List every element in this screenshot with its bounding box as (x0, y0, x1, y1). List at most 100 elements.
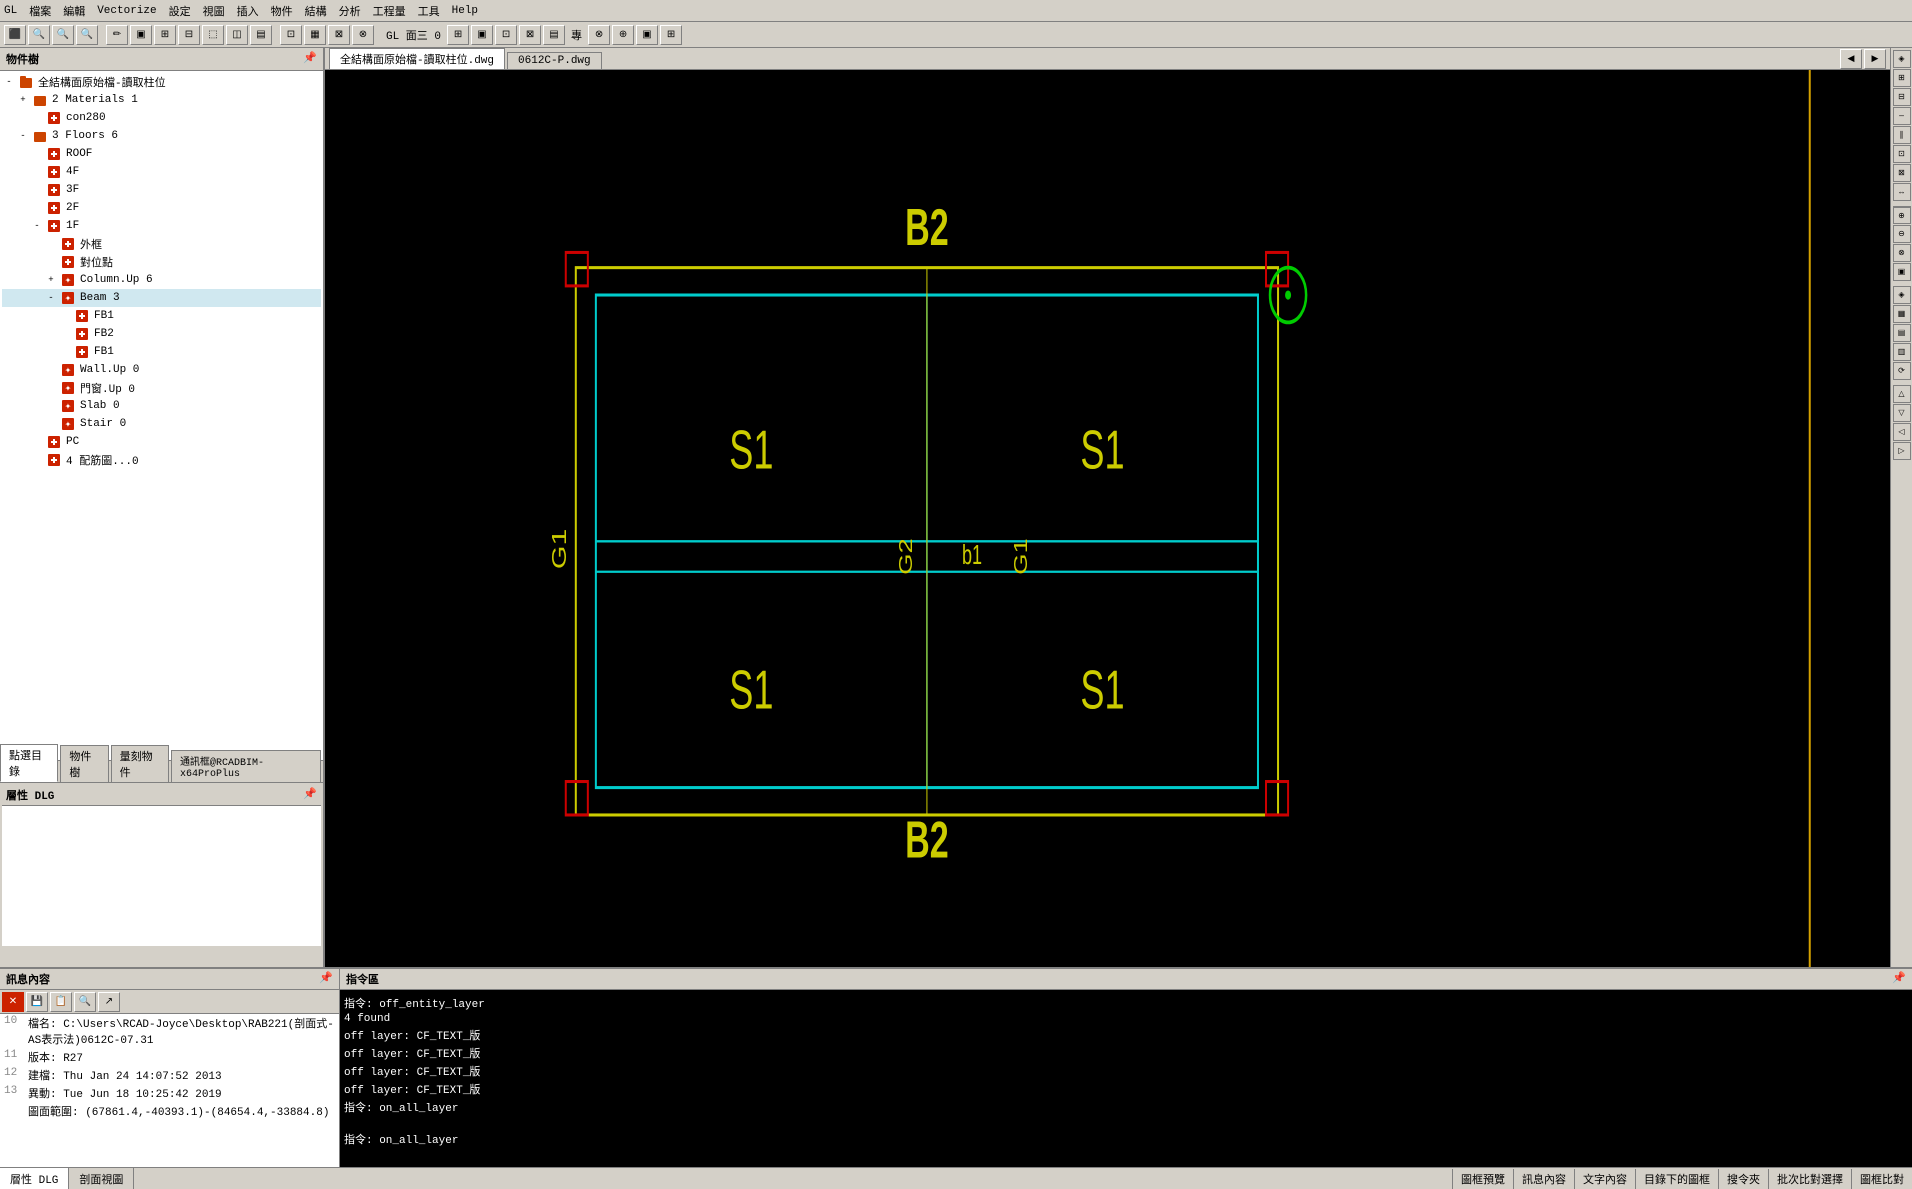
tree-item-2f[interactable]: 2F (2, 199, 321, 217)
tree-item-pc[interactable]: PC (2, 433, 321, 451)
toolbar-btn-5[interactable]: ✏ (106, 25, 128, 45)
toolbar-btn-6[interactable]: ▣ (130, 25, 152, 45)
toolbar-btn-24[interactable]: ⊞ (660, 25, 682, 45)
tree-item-con280[interactable]: con280 (2, 109, 321, 127)
tree-item-fb1b[interactable]: FB1 (2, 343, 321, 361)
tree-label-config[interactable]: 4 配筋圖...0 (64, 452, 139, 468)
menu-edit[interactable]: 編輯 (63, 3, 85, 19)
toolbar-btn-18[interactable]: ⊡ (495, 25, 517, 45)
rt-btn-21[interactable]: ▷ (1893, 442, 1911, 460)
toolbar-btn-19[interactable]: ⊠ (519, 25, 541, 45)
menu-object[interactable]: 物件 (271, 3, 293, 19)
tree-expand-beam[interactable]: - (44, 291, 58, 305)
msg-btn-copy[interactable]: 📋 (50, 992, 72, 1012)
tree-item-beam[interactable]: - ✦ Beam 3 (2, 289, 321, 307)
rt-btn-9[interactable]: ⊕ (1893, 206, 1911, 224)
tree-item-materials[interactable]: + 2 Materials 1 (2, 91, 321, 109)
tree-item-1f[interactable]: - 1F (2, 217, 321, 235)
menu-help[interactable]: Help (452, 5, 478, 17)
tab-nav-prev[interactable]: ◀ (1840, 49, 1862, 69)
status-btn-target-frame[interactable]: 目錄下的圖框 (1635, 1169, 1718, 1189)
tab-point-dir[interactable]: 點選目錄 (0, 744, 58, 782)
tab-nav-next[interactable]: ▶ (1864, 49, 1886, 69)
tree-item-fb1a[interactable]: FB1 (2, 307, 321, 325)
tree-item-outer[interactable]: 外框 (2, 235, 321, 253)
rt-btn-17[interactable]: ⟳ (1893, 362, 1911, 380)
tree-item-columnup[interactable]: + ✦ Column.Up 6 (2, 271, 321, 289)
msg-btn-save[interactable]: 💾 (26, 992, 48, 1012)
toolbar-btn-4[interactable]: 🔍 (76, 25, 98, 45)
tree-label-2f[interactable]: 2F (64, 202, 79, 214)
tree-label-beam[interactable]: Beam 3 (78, 292, 120, 304)
rt-btn-8[interactable]: ↔ (1893, 183, 1911, 201)
toolbar-btn-14[interactable]: ⊠ (328, 25, 350, 45)
tab-quantity[interactable]: 量刻物件 (111, 745, 169, 782)
rt-btn-18[interactable]: △ (1893, 385, 1911, 403)
status-btn-message[interactable]: 訊息內容 (1513, 1169, 1574, 1189)
tree-expand-floors[interactable]: - (16, 129, 30, 143)
menu-tools[interactable]: 工具 (418, 3, 440, 19)
toolbar-btn-23[interactable]: ▣ (636, 25, 658, 45)
tree-label-wallup[interactable]: Wall.Up 0 (78, 364, 139, 376)
props-pin[interactable]: 📌 (303, 787, 317, 803)
menu-view[interactable]: 視圖 (203, 3, 225, 19)
tree-label-pc[interactable]: PC (64, 436, 79, 448)
toolbar-btn-20[interactable]: ▤ (543, 25, 565, 45)
tree-label-con[interactable]: con280 (64, 112, 106, 124)
tree-item-door[interactable]: ✦ 門窗.Up 0 (2, 379, 321, 397)
rt-btn-5[interactable]: ∥ (1893, 126, 1911, 144)
msg-btn-clear[interactable]: ✕ (2, 992, 24, 1012)
command-pin[interactable]: 📌 (1892, 971, 1906, 987)
tab-object-tree[interactable]: 物件樹 (60, 745, 108, 782)
tree-expand-mat[interactable]: + (16, 93, 30, 107)
tab-comm[interactable]: 通訊框@RCADBIM-x64ProPlus (171, 750, 321, 782)
tree-label-fb2[interactable]: FB2 (92, 328, 114, 340)
tree-label-colup[interactable]: Column.Up 6 (78, 274, 153, 286)
rt-btn-4[interactable]: — (1893, 107, 1911, 125)
status-btn-compare[interactable]: 圖框比對 (1851, 1169, 1912, 1189)
msg-btn-goto[interactable]: ↗ (98, 992, 120, 1012)
tree-item-stair[interactable]: ✦ Stair 0 (2, 415, 321, 433)
tree-label-door[interactable]: 門窗.Up 0 (78, 380, 135, 396)
menu-vectorize[interactable]: Vectorize (97, 5, 156, 17)
rt-btn-14[interactable]: ▦ (1893, 305, 1911, 323)
tree-label-outer[interactable]: 外框 (78, 236, 102, 252)
tree-item-fb2[interactable]: FB2 (2, 325, 321, 343)
rt-btn-16[interactable]: ▥ (1893, 343, 1911, 361)
status-btn-search[interactable]: 搜令夾 (1718, 1169, 1768, 1189)
menu-file[interactable]: 檔案 (29, 3, 51, 19)
toolbar-btn-11[interactable]: ▤ (250, 25, 272, 45)
toolbar-btn-9[interactable]: ⬚ (202, 25, 224, 45)
tree-label-fb1a[interactable]: FB1 (92, 310, 114, 322)
tree-panel-pin[interactable]: 📌 (303, 51, 317, 67)
toolbar-btn-8[interactable]: ⊟ (178, 25, 200, 45)
tree-label-root[interactable]: 全結構面原始檔-讀取柱位 (36, 74, 166, 90)
command-content[interactable]: 指令: off_entity_layer 4 found off layer: … (340, 990, 1912, 1167)
status-tab-dlg[interactable]: 層性 DLG (0, 1168, 69, 1189)
menu-insert[interactable]: 插入 (237, 3, 259, 19)
tree-label-fb1b[interactable]: FB1 (92, 346, 114, 358)
tree-label-align[interactable]: 對位點 (78, 254, 113, 270)
menu-analysis[interactable]: 分析 (339, 3, 361, 19)
rt-btn-20[interactable]: ◁ (1893, 423, 1911, 441)
tree-item-4f[interactable]: 4F (2, 163, 321, 181)
toolbar-btn-7[interactable]: ⊞ (154, 25, 176, 45)
toolbar-btn-16[interactable]: ⊞ (447, 25, 469, 45)
tree-label-3f[interactable]: 3F (64, 184, 79, 196)
rt-btn-19[interactable]: ▽ (1893, 404, 1911, 422)
tree-expand-colup[interactable]: + (44, 273, 58, 287)
tree-label-1f[interactable]: 1F (64, 220, 79, 232)
rt-btn-7[interactable]: ⊠ (1893, 164, 1911, 182)
toolbar-btn-1[interactable]: ⬛ (4, 25, 26, 45)
tree-label-mat[interactable]: 2 Materials 1 (50, 94, 138, 106)
msg-btn-search[interactable]: 🔍 (74, 992, 96, 1012)
tree-label-slab[interactable]: Slab 0 (78, 400, 120, 412)
status-btn-batch[interactable]: 批次比對選擇 (1768, 1169, 1851, 1189)
tree-item-root[interactable]: - 全結構面原始檔-讀取柱位 (2, 73, 321, 91)
toolbar-btn-12[interactable]: ⊡ (280, 25, 302, 45)
rt-btn-15[interactable]: ▤ (1893, 324, 1911, 342)
toolbar-btn-21[interactable]: ⊗ (588, 25, 610, 45)
toolbar-btn-13[interactable]: ▦ (304, 25, 326, 45)
rt-btn-11[interactable]: ⊗ (1893, 244, 1911, 262)
drawing-tab-1[interactable]: 全結構面原始檔-讀取柱位.dwg (329, 48, 505, 69)
